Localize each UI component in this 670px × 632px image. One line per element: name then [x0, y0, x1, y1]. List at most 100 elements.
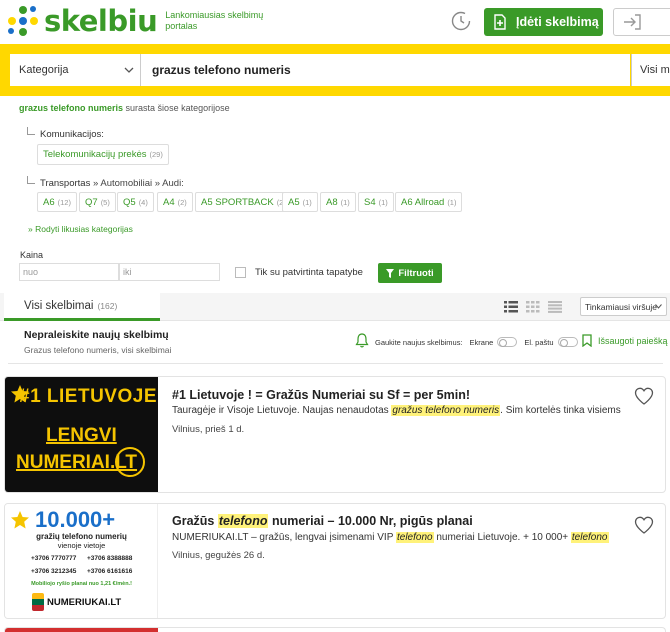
chevron-down-icon — [655, 304, 662, 309]
category-select-value: Kategorija — [19, 64, 69, 76]
notify-options: Gaukite naujus skelbimus: Ekrane El. paš… — [375, 337, 585, 347]
category-chip-label: A5 — [288, 196, 300, 208]
tab-all-label: Visi skelbimai — [24, 299, 94, 312]
category-chip[interactable]: A5 (1) — [282, 192, 318, 212]
header: skelbiu Lankomiausias skelbimų portalas … — [0, 0, 670, 44]
category-chip-label: A8 — [326, 196, 338, 208]
search-highlight: telefono — [570, 532, 609, 543]
category-chip-label: A4 — [163, 196, 175, 208]
tab-all-count: (162) — [97, 300, 118, 311]
image-line-2: LENGVI — [46, 425, 117, 446]
category-chip[interactable]: A6 Allroad (1) — [395, 192, 463, 212]
list-view-icon[interactable] — [504, 301, 518, 313]
listing-card[interactable]: #1 LIETUVOJE LENGVI NUMERIAI.LT #1 Lietu… — [4, 376, 666, 493]
price-to-placeholder: iki — [123, 267, 132, 277]
category-group-title: Komunikacijos — [40, 129, 102, 140]
search-input[interactable] — [141, 54, 630, 86]
category-chip-count: (12) — [57, 197, 71, 207]
compact-view-icon[interactable] — [548, 301, 562, 313]
category-chip-count: (1) — [340, 197, 350, 207]
listing-description: Tauragėje ir Visoje Lietuvoje. Naujas ne… — [172, 405, 621, 416]
location-select-value: Visi miestai — [640, 64, 670, 76]
add-document-icon — [494, 14, 506, 30]
image-note: Mobiliojo ryšio planai nuo 1,21 €/mėn.! — [31, 581, 132, 587]
category-chip-label: Telekomunikacijų prekės — [43, 149, 147, 160]
found-in-categories: grazus telefono numeris surasta šiose ka… — [19, 103, 230, 113]
notify-title: Nepraleiskite naujų skelbimų — [24, 329, 169, 341]
category-path: » Automobiliai » Audi: — [90, 178, 184, 189]
listing-title-text: Gražūs — [172, 514, 218, 528]
image-subtitle-2: vienoje vietoje — [57, 541, 106, 550]
screen-toggle[interactable] — [497, 337, 518, 347]
tab-all-listings[interactable]: Visi skelbimai (162) — [4, 293, 160, 321]
logo-dots-icon — [8, 6, 38, 36]
category-chip[interactable]: Q5 (4) — [117, 192, 154, 212]
star-icon — [11, 511, 29, 529]
category-chip-count: (5) — [100, 197, 110, 207]
listing-title[interactable]: #1 Lietuvoje ! = Gražūs Numeriai su Sf =… — [172, 388, 470, 402]
history-icon[interactable] — [450, 10, 472, 32]
email-toggle[interactable] — [557, 337, 578, 347]
heart-icon[interactable] — [634, 387, 654, 405]
show-more-categories-link[interactable]: » Rodyti likusias kategorijas — [28, 224, 133, 234]
notify-get-label: Gaukite naujus skelbimus: — [375, 337, 463, 347]
search-highlight: telefono — [395, 532, 434, 543]
price-to-input[interactable]: iki — [119, 263, 220, 281]
login-button[interactable] — [613, 8, 670, 36]
add-listing-button[interactable]: Įdėti skelbimą — [484, 8, 603, 36]
save-search-button[interactable]: Išsaugoti paiešką — [582, 334, 668, 347]
price-label: Kaina — [20, 250, 44, 260]
category-select[interactable]: Kategorija — [10, 54, 141, 86]
location-select[interactable]: Visi miestai — [631, 54, 670, 86]
listing-description-text: NUMERIUKAI.LT – gražūs, lengvai įsimenam… — [172, 532, 396, 543]
logo-text: skelbiu — [44, 4, 158, 38]
category-chip-count: (1) — [378, 197, 388, 207]
listing-location-date: Vilnius, prieš 1 d. — [172, 424, 245, 435]
lithuania-flag-icon — [32, 593, 44, 611]
category-group-title[interactable]: Transportas — [40, 178, 90, 189]
listing-image[interactable]: 10.000+ gražių telefono numerių vienoje … — [5, 504, 158, 618]
category-chip-label: Q5 — [123, 196, 136, 208]
image-number: +3706 3212345 — [31, 568, 77, 575]
listing-image[interactable]: #1 LIETUVOJE LENGVI NUMERIAI.LT — [5, 377, 158, 492]
sort-select[interactable]: Tinkamiausi viršuje — [580, 297, 667, 316]
filter-button-label: Filtruoti — [398, 267, 434, 279]
logo[interactable]: skelbiu Lankomiausias skelbimų portalas — [8, 6, 265, 36]
verified-checkbox[interactable] — [235, 267, 246, 278]
image-headline: #1 LIETUVOJE — [19, 386, 157, 407]
category-chip-label: S4 — [364, 196, 376, 208]
listing-image — [5, 628, 158, 632]
verified-label: Tik su patvirtinta tapatybe — [255, 267, 363, 278]
heart-icon[interactable] — [634, 516, 654, 534]
found-suffix: surasta šiose kategorijose — [125, 103, 230, 113]
category-chip[interactable]: A8 (1) — [320, 192, 356, 212]
found-query: grazus telefono numeris — [19, 103, 124, 113]
image-number: +3706 7770777 — [31, 555, 77, 562]
category-chip[interactable]: S4 (1) — [358, 192, 394, 212]
grid-view-icon[interactable] — [526, 301, 540, 313]
image-subtitle-1: gražių telefono numerių — [36, 532, 127, 541]
notify-email-label: El. paštu — [524, 337, 554, 347]
listing-card-next[interactable] — [4, 627, 666, 632]
listing-description-text: . Sim kortelės tinka visiems — [500, 405, 621, 416]
category-chip[interactable]: Telekomunikacijų prekės (29) — [37, 144, 169, 165]
chevron-down-icon — [124, 67, 134, 73]
image-circle-accent — [115, 447, 145, 477]
filter-button[interactable]: Filtruoti — [378, 263, 442, 283]
listing-card[interactable]: 10.000+ gražių telefono numerių vienoje … — [4, 503, 666, 619]
search-highlight: telefono — [217, 514, 269, 528]
image-big-number: 10.000+ — [35, 507, 116, 532]
category-chip[interactable]: A5 SPORTBACK(2) — [195, 192, 292, 212]
logo-tagline: Lankomiausias skelbimų portalas — [165, 10, 264, 31]
listing-description-text: numeriai Lietuvoje. + 10 000+ — [433, 532, 571, 543]
category-chip[interactable]: A6 (12) — [37, 192, 77, 212]
category-chip-count: (1) — [447, 197, 457, 207]
verified-filter[interactable]: Tik su patvirtinta tapatybe — [235, 267, 363, 278]
category-chip[interactable]: A4 (2) — [157, 192, 193, 212]
sort-select-value: Tinkamiausi viršuje — [585, 301, 657, 312]
category-chip-label: Q7 — [85, 196, 98, 208]
price-from-input[interactable]: nuo — [19, 263, 119, 281]
category-group-transport: Transportas » Automobiliai » Audi: — [27, 176, 184, 189]
listing-title[interactable]: Gražūs telefono numeriai – 10.000 Nr, pi… — [172, 514, 473, 528]
category-chip[interactable]: Q7 (5) — [79, 192, 116, 212]
